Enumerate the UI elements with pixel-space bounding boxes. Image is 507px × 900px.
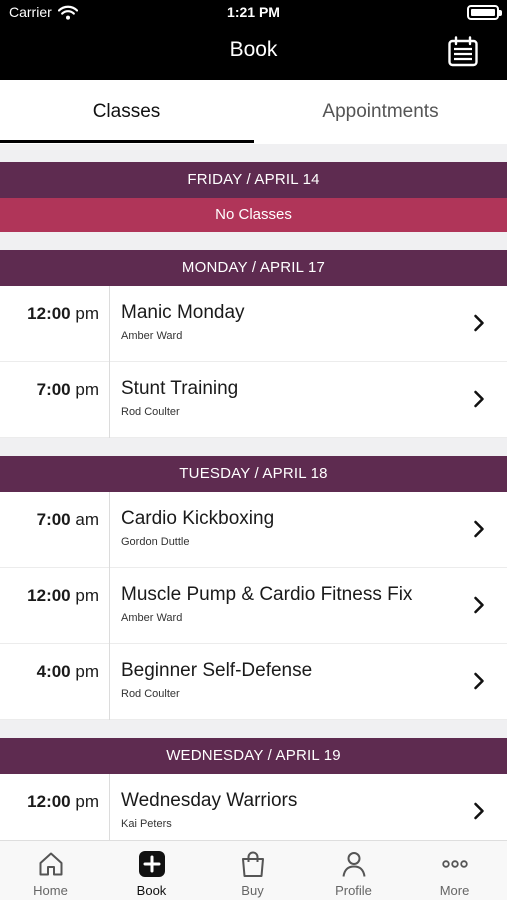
booking-tabs: Classes Appointments [0, 80, 507, 144]
tabbar-item-home[interactable]: Home [0, 841, 101, 900]
class-time-suffix: am [75, 510, 99, 529]
class-instructor: Amber Ward [121, 612, 183, 624]
tabbar-item-more[interactable]: More [404, 841, 505, 900]
class-time-suffix: pm [75, 792, 99, 811]
tabbar-label-profile: Profile [335, 883, 372, 898]
class-row[interactable]: 12:00 pm Manic Monday Amber Ward [0, 286, 507, 362]
row-divider [109, 568, 110, 644]
class-schedule-list[interactable]: FRIDAY / APRIL 14 No Classes MONDAY / APRI… [0, 144, 507, 840]
row-divider [109, 492, 110, 568]
class-instructor: Rod Coulter [121, 406, 180, 418]
plus-square-icon [138, 851, 165, 877]
class-instructor: Rod Coulter [121, 688, 180, 700]
chevron-right-icon [474, 802, 484, 820]
class-time-suffix: pm [75, 380, 99, 399]
chevron-right-icon [474, 314, 484, 332]
class-time: 7:00 pm [0, 380, 99, 400]
tabbar-label-buy: Buy [241, 883, 264, 898]
row-divider [109, 362, 110, 438]
tabbar-item-buy[interactable]: Buy [202, 841, 303, 900]
calendar-icon[interactable] [447, 36, 479, 68]
chevron-right-icon [474, 672, 484, 690]
class-name: Wednesday Warriors [121, 790, 298, 811]
tab-classes[interactable]: Classes [0, 80, 253, 144]
row-divider [109, 286, 110, 362]
class-name: Stunt Training [121, 378, 239, 399]
tabbar-item-book[interactable]: Book [101, 841, 202, 900]
class-time-suffix: pm [75, 662, 99, 681]
class-instructor: Kai Peters [121, 818, 172, 830]
class-time: 12:00 pm [0, 304, 99, 324]
section-spacer [0, 144, 507, 162]
home-icon [39, 852, 62, 876]
tab-appointments[interactable]: Appointments [254, 80, 507, 144]
class-instructor: Amber Ward [121, 330, 183, 342]
no-classes-banner: No Classes [0, 198, 507, 232]
class-time-value: 7:00 [36, 510, 71, 529]
class-time-value: 4:00 [36, 662, 71, 681]
chevron-right-icon [474, 520, 484, 538]
class-time: 12:00 pm [0, 792, 99, 812]
page-title: Book [229, 38, 278, 61]
chevron-right-icon [474, 596, 484, 614]
active-tab-indicator [0, 140, 254, 143]
class-instructor: Gordon Duttle [121, 536, 190, 548]
class-time-value: 7:00 [36, 380, 71, 399]
chevron-right-icon [474, 390, 484, 408]
class-name: Manic Monday [121, 302, 245, 323]
class-time: 4:00 pm [0, 662, 99, 682]
day-header: MONDAY / APRIL 17 [0, 250, 507, 286]
class-time-suffix: pm [75, 304, 99, 323]
section-spacer [0, 438, 507, 456]
tabbar-label-book: Book [136, 883, 167, 898]
class-time-value: 12:00 [27, 792, 71, 811]
class-row[interactable]: 4:00 pm Beginner Self-Defense Rod Coulter [0, 644, 507, 720]
class-row[interactable]: 7:00 pm Stunt Training Rod Coulter [0, 362, 507, 438]
row-divider [109, 644, 110, 720]
class-row[interactable]: 12:00 pm Muscle Pump & Cardio Fitness Fix… [0, 568, 507, 644]
status-bar: Carrier 1:21 PM [0, 0, 507, 26]
tabbar-label-more: More [439, 883, 470, 898]
tabbar-label-home: Home [33, 883, 68, 898]
tabbar-item-profile[interactable]: Profile [303, 841, 404, 900]
section-spacer [0, 720, 507, 738]
ellipsis-icon [441, 860, 468, 868]
class-name: Cardio Kickboxing [121, 508, 275, 529]
section-spacer [0, 232, 507, 250]
row-divider [109, 774, 110, 840]
day-header: FRIDAY / APRIL 14 [0, 162, 507, 198]
bottom-tab-bar: Home Book Buy Profile More [0, 840, 507, 900]
day-header: WEDNESDAY / APRIL 19 [0, 738, 507, 774]
app-header: Carrier 1:21 PM Book [0, 0, 507, 80]
class-time-suffix: pm [75, 586, 99, 605]
class-row[interactable]: 7:00 am Cardio Kickboxing Gordon Duttle [0, 492, 507, 568]
status-time: 1:21 PM [227, 4, 280, 20]
battery-icon [467, 5, 502, 20]
day-header: TUESDAY / APRIL 18 [0, 456, 507, 492]
shopping-bag-icon [241, 851, 264, 877]
class-time: 7:00 am [0, 510, 99, 530]
class-name: Beginner Self-Defense [121, 660, 313, 681]
class-time-value: 12:00 [27, 304, 71, 323]
class-row[interactable]: 12:00 pm Wednesday Warriors Kai Peters [0, 774, 507, 840]
class-time-value: 12:00 [27, 586, 71, 605]
class-time: 12:00 pm [0, 586, 99, 606]
class-name: Muscle Pump & Cardio Fitness Fix [121, 584, 413, 605]
person-icon [342, 852, 365, 877]
